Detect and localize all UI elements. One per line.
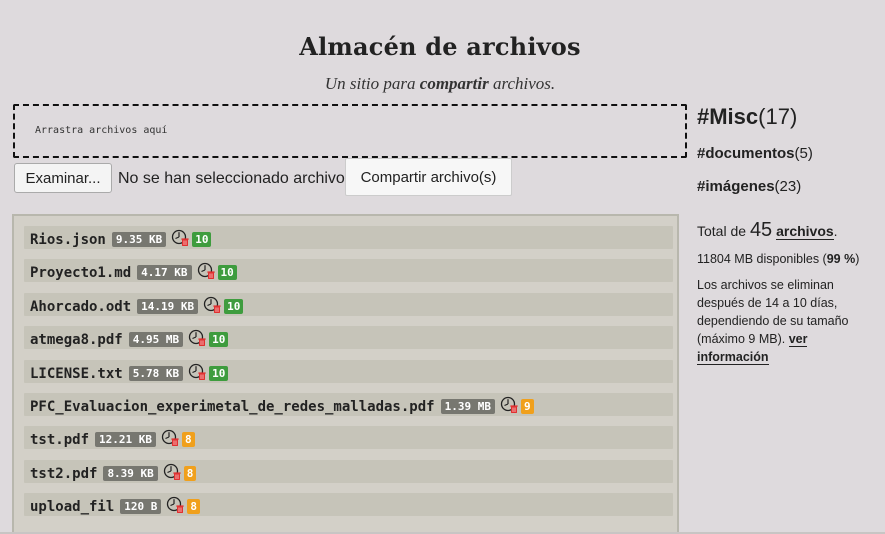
days-left-badge: 10: [192, 232, 212, 247]
available-percent: 99 %: [826, 252, 856, 266]
page-subtitle: Un sitio para compartir archivos.: [0, 74, 880, 94]
available-space: 11804 MB disponibles (99 %): [697, 252, 882, 266]
sidebar: #Misc(17) #documentos(5) #imágenes(23) T…: [697, 104, 882, 366]
no-file-selected-text: No se han seleccionado archivos.: [118, 170, 358, 187]
file-name-link[interactable]: atmega8.pdf: [30, 332, 123, 348]
tag-documentos[interactable]: #documentos(5): [697, 145, 882, 162]
file-row[interactable]: Ahorcado.odt 14.19 KB 10: [24, 292, 673, 316]
file-row-content: Proyecto1.md 4.17 KB 10: [30, 262, 237, 281]
total-post: .: [833, 223, 838, 239]
timer-delete-icon: [197, 262, 216, 280]
file-list: Rios.json 9.35 KB 10 Proyecto1.md 4.17 KB 10 A…: [12, 214, 679, 534]
timer-delete-icon: [171, 229, 190, 247]
timer-delete-icon: [500, 396, 519, 414]
file-row-content: upload_fil 120 B 8: [30, 496, 201, 515]
file-row[interactable]: tst.pdf 12.21 KB 8: [24, 426, 673, 450]
file-name-link[interactable]: tst.pdf: [30, 432, 89, 448]
days-left-badge: 8: [182, 432, 195, 448]
file-row[interactable]: tst2.pdf 8.39 KB 8: [24, 459, 673, 483]
days-left-badge: 10: [209, 332, 229, 348]
file-row-content: tst2.pdf 8.39 KB 8: [30, 463, 197, 482]
browse-button[interactable]: Examinar...: [14, 163, 112, 193]
retention-info: Los archivos se eliminan después de 14 a…: [697, 276, 882, 366]
subtitle-post: archivos.: [488, 74, 556, 93]
timer-delete-icon: [161, 429, 180, 447]
file-row-content: atmega8.pdf 4.95 MB 10: [30, 329, 229, 348]
subtitle-pre: Un sitio para: [324, 74, 420, 93]
share-files-button[interactable]: Compartir archivo(s): [345, 158, 512, 196]
file-row[interactable]: Rios.json 9.35 KB 10: [24, 226, 673, 249]
days-left-badge: 8: [187, 499, 201, 515]
dropzone-label: Arrastra archivos aquí: [35, 125, 168, 136]
file-row[interactable]: LICENSE.txt 5.78 KB 10: [24, 359, 673, 383]
timer-delete-icon: [203, 296, 222, 314]
tag-name: #imágenes: [697, 178, 775, 195]
file-row[interactable]: upload_fil 120 B 8: [24, 493, 673, 517]
total-pre: Total de: [697, 223, 750, 239]
file-size-badge: 4.17 KB: [137, 265, 192, 281]
files-link[interactable]: archivos: [776, 223, 834, 240]
tag-name: #Misc: [697, 104, 759, 129]
file-name-link[interactable]: Ahorcado.odt: [30, 299, 131, 315]
tag-count: (23): [774, 178, 802, 195]
tag-misc[interactable]: #Misc(17): [697, 104, 882, 130]
file-row[interactable]: PFC_Evaluacion_experimetal_de_redes_mall…: [24, 393, 673, 416]
page-title: Almacén de archivos: [299, 32, 581, 61]
file-row[interactable]: Proyecto1.md 4.17 KB 10: [24, 259, 673, 283]
days-left-badge: 10: [209, 365, 229, 381]
file-row-content: PFC_Evaluacion_experimetal_de_redes_mall…: [30, 396, 534, 415]
days-left-badge: 10: [224, 298, 244, 314]
file-row-content: Rios.json 9.35 KB 10: [30, 229, 212, 248]
timer-delete-icon: [163, 463, 182, 481]
file-row-content: tst.pdf 12.21 KB 8: [30, 429, 195, 448]
file-size-badge: 4.95 MB: [128, 332, 184, 348]
timer-delete-icon: [188, 363, 207, 381]
total-count: 45: [749, 219, 773, 241]
days-left-badge: 8: [183, 465, 197, 481]
timer-delete-icon: [166, 496, 185, 514]
file-name-link[interactable]: Proyecto1.md: [30, 265, 131, 281]
tag-imagenes[interactable]: #imágenes(23): [697, 178, 882, 195]
file-name-link[interactable]: PFC_Evaluacion_experimetal_de_redes_mall…: [30, 399, 435, 415]
days-left-badge: 10: [217, 265, 237, 281]
available-post: ): [855, 252, 860, 266]
available-pre: 11804 MB disponibles (: [697, 252, 827, 266]
file-name-link[interactable]: upload_fil: [30, 499, 114, 515]
days-left-badge: 9: [520, 399, 534, 414]
retention-text: Los archivos se eliminan después de 14 a…: [697, 278, 849, 346]
tag-name: #documentos: [697, 145, 795, 162]
file-size-badge: 5.78 KB: [128, 365, 184, 381]
subtitle-bold: compartir: [419, 74, 489, 93]
file-row-content: LICENSE.txt 5.78 KB 10: [30, 363, 229, 382]
file-size-badge: 9.35 KB: [111, 232, 167, 247]
tag-count: (17): [758, 104, 798, 129]
file-size-badge: 1.39 MB: [440, 399, 495, 414]
file-size-badge: 14.19 KB: [137, 298, 199, 314]
file-size-badge: 120 B: [120, 499, 162, 515]
file-dropzone[interactable]: Arrastra archivos aquí: [13, 104, 687, 158]
file-size-badge: 8.39 KB: [103, 465, 158, 481]
file-size-badge: 12.21 KB: [95, 432, 156, 448]
total-files: Total de 45 archivos.: [697, 219, 882, 242]
file-name-link[interactable]: Rios.json: [30, 232, 106, 248]
file-name-link[interactable]: tst2.pdf: [30, 466, 97, 482]
file-row-content: Ahorcado.odt 14.19 KB 10: [30, 296, 244, 315]
timer-delete-icon: [188, 329, 207, 347]
tag-count: (5): [794, 145, 813, 162]
file-name-link[interactable]: LICENSE.txt: [30, 366, 123, 382]
file-row[interactable]: atmega8.pdf 4.95 MB 10: [24, 326, 673, 350]
